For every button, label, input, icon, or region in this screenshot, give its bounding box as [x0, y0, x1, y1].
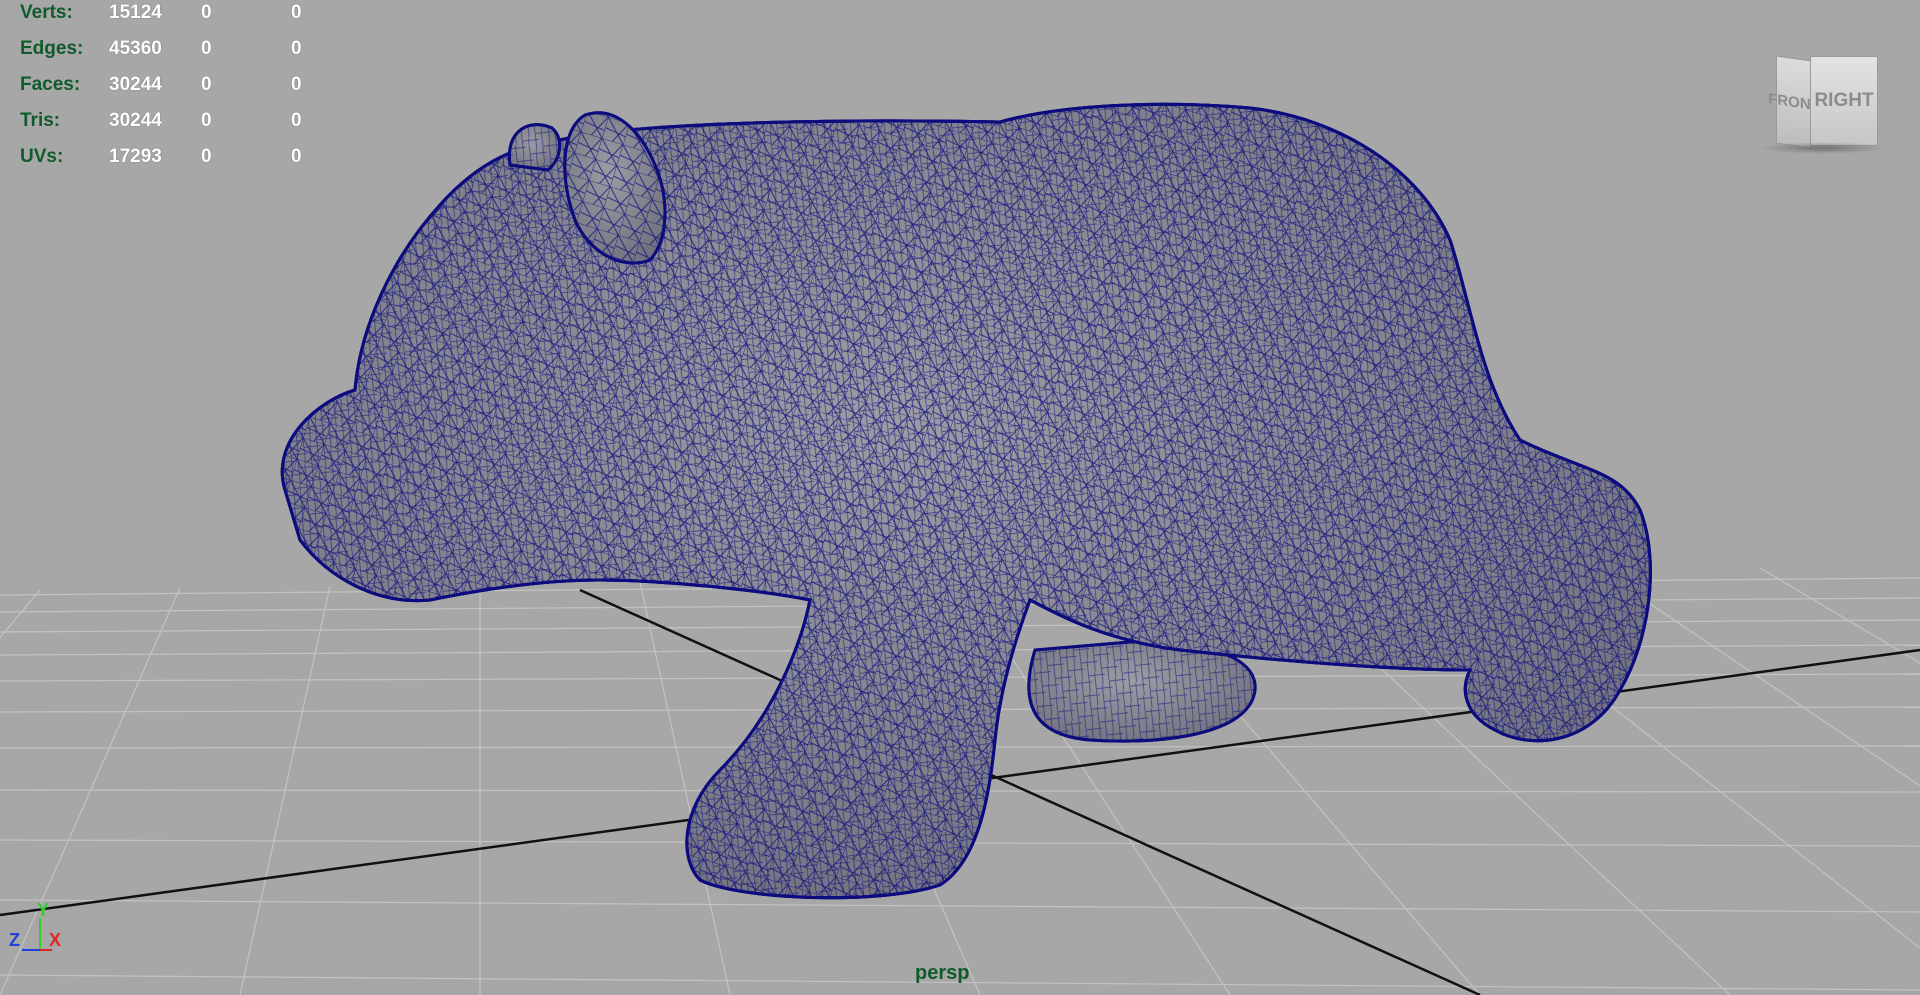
perspective-viewport[interactable] [0, 0, 1920, 995]
view-cube[interactable]: FRONT RIGHT [1760, 50, 1885, 154]
hud-value: 0 [291, 146, 302, 167]
hud-label: Tris: [20, 110, 61, 131]
hud-value: 0 [291, 110, 302, 131]
hud-value: 0 [201, 2, 212, 23]
hud-value: 30244 [109, 74, 162, 95]
view-cube-right-face[interactable]: RIGHT [1810, 56, 1878, 146]
hud-value: 0 [201, 146, 212, 167]
axis-y-label: Y [37, 900, 50, 920]
axis-x-label: X [49, 930, 62, 950]
hud-value: 30244 [109, 110, 162, 131]
hud-value: 0 [291, 38, 302, 59]
axis-z-label: Z [9, 930, 20, 950]
hud-label: UVs: [20, 146, 64, 167]
hud-value: 0 [201, 38, 212, 59]
hud-label: Verts: [20, 2, 73, 23]
axis-gizmo: Y Z X [6, 900, 66, 960]
view-cube-front-face[interactable]: FRONT [1768, 55, 1820, 149]
hud-value: 0 [201, 74, 212, 95]
hud-value: 0 [291, 74, 302, 95]
hud-value: 45360 [109, 38, 162, 59]
viewport-canvas[interactable] [0, 0, 1920, 995]
hud-value: 0 [291, 2, 302, 23]
hud-label: Edges: [20, 38, 84, 59]
hud-value: 0 [201, 110, 212, 131]
hud-value: 17293 [109, 146, 162, 167]
view-cube-shadow [1760, 142, 1885, 154]
hud-label: Faces: [20, 74, 81, 95]
bear-model[interactable] [280, 102, 1652, 900]
hud-value: 15124 [109, 2, 162, 23]
camera-name-label: persp [915, 962, 970, 984]
